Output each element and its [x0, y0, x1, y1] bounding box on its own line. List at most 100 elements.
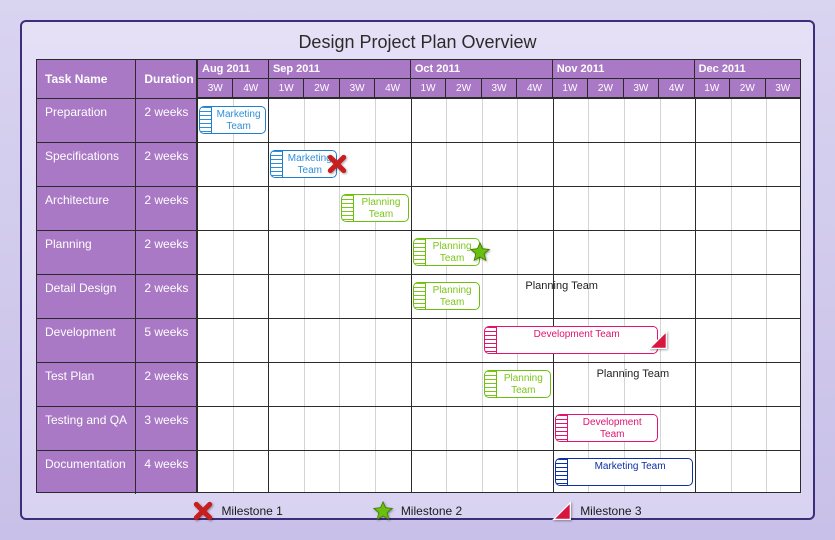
task-duration: 2 weeks — [136, 187, 196, 230]
months-row: Aug 2011Sep 2011Oct 2011Nov 2011Dec 2011 — [197, 60, 800, 79]
bar-hatch — [414, 283, 426, 309]
task-name: Documentation — [37, 451, 136, 494]
task-row: Preparation 2 weeks — [37, 98, 196, 142]
task-row: Test Plan 2 weeks — [37, 362, 196, 406]
month-header: Aug 2011 — [197, 60, 268, 78]
week-header: 3W — [339, 79, 374, 97]
gridline — [766, 98, 767, 492]
bar-annotation: Planning Team — [593, 368, 673, 380]
month-header: Dec 2011 — [694, 60, 800, 78]
bar-label: Development Team — [499, 329, 655, 351]
task-name: Development — [37, 319, 136, 362]
task-row: Development 5 weeks — [37, 318, 196, 362]
gridline — [197, 406, 800, 407]
task-name: Preparation — [37, 99, 136, 142]
week-header: 3W — [623, 79, 658, 97]
week-header: 4W — [516, 79, 551, 97]
week-header: 2W — [303, 79, 338, 97]
gridline — [197, 274, 800, 275]
week-header: 4W — [232, 79, 267, 97]
week-header: 3W — [481, 79, 516, 97]
task-duration: 5 weeks — [136, 319, 196, 362]
task-duration: 4 weeks — [136, 451, 196, 494]
task-name: Planning — [37, 231, 136, 274]
bar-label: Planning Team — [428, 285, 477, 307]
milestone-icon — [470, 242, 490, 262]
task-name: Architecture — [37, 187, 136, 230]
bar-label: Marketing Team — [570, 461, 690, 483]
bar-hatch — [556, 459, 568, 485]
gridline — [268, 98, 269, 492]
legend-label: Milestone 1 — [221, 504, 282, 518]
gridline — [411, 98, 412, 492]
month-header: Nov 2011 — [552, 60, 694, 78]
week-header: 3W — [765, 79, 800, 97]
legend-item: Milestone 1 — [193, 501, 282, 521]
week-header: 4W — [658, 79, 693, 97]
task-name: Testing and QA — [37, 407, 136, 450]
bar-hatch — [342, 195, 354, 221]
gantt-bar[interactable]: Development Team — [555, 414, 658, 442]
col-duration: Duration — [136, 60, 196, 98]
task-row: Testing and QA 3 weeks — [37, 406, 196, 450]
task-duration: 2 weeks — [136, 363, 196, 406]
task-name: Test Plan — [37, 363, 136, 406]
gridline — [197, 98, 800, 99]
gantt-bar[interactable]: Planning Team — [341, 194, 408, 222]
milestone-icon — [648, 330, 668, 350]
task-row: Planning 2 weeks — [37, 230, 196, 274]
gridline — [197, 142, 800, 143]
legend-item: Milestone 3 — [552, 501, 641, 521]
task-duration: 3 weeks — [136, 407, 196, 450]
week-header: 2W — [445, 79, 480, 97]
gridline — [197, 450, 800, 451]
gridline — [517, 98, 518, 492]
week-header: 2W — [587, 79, 622, 97]
bar-hatch — [556, 415, 568, 441]
month-header: Sep 2011 — [268, 60, 410, 78]
legend-label: Milestone 3 — [580, 504, 641, 518]
task-duration: 2 weeks — [136, 143, 196, 186]
task-name: Specifications — [37, 143, 136, 186]
gridline — [660, 98, 661, 492]
task-duration: 2 weeks — [136, 99, 196, 142]
legend: Milestone 1 Milestone 2 Milestone 3 — [36, 493, 799, 521]
gridline — [695, 98, 696, 492]
gantt-bar[interactable]: Marketing Team — [199, 106, 266, 134]
legend-label: Milestone 2 — [401, 504, 462, 518]
week-header: 4W — [374, 79, 409, 97]
gantt-card: Design Project Plan Overview Task Name D… — [20, 20, 815, 520]
week-header: 2W — [729, 79, 764, 97]
gantt-bar[interactable]: Marketing Team — [555, 458, 693, 486]
gridline — [553, 98, 554, 492]
task-name: Detail Design — [37, 275, 136, 318]
gridline — [197, 98, 198, 492]
bar-label: Planning Team — [499, 373, 548, 395]
bar-hatch — [271, 151, 283, 177]
bar-label: Marketing Team — [214, 109, 263, 131]
task-row: Architecture 2 weeks — [37, 186, 196, 230]
task-duration: 2 weeks — [136, 275, 196, 318]
bar-label: Planning Team — [356, 197, 405, 219]
gridline — [375, 98, 376, 492]
bar-label: Development Team — [570, 417, 655, 439]
gantt-bar[interactable]: Development Team — [484, 326, 658, 354]
bar-hatch — [200, 107, 212, 133]
gantt-bar[interactable]: Planning Team — [413, 282, 480, 310]
bar-hatch — [485, 327, 497, 353]
week-header: 1W — [694, 79, 729, 97]
bar-hatch — [414, 239, 426, 265]
week-header: 3W — [197, 79, 232, 97]
bar-hatch — [485, 371, 497, 397]
gantt-bar[interactable]: Planning Team — [484, 370, 551, 398]
gridline — [197, 230, 800, 231]
gridline — [482, 98, 483, 492]
task-row: Detail Design 2 weeks — [37, 274, 196, 318]
gantt-grid: Marketing Team Marketing Team Planning T… — [197, 98, 800, 492]
week-header: 1W — [268, 79, 303, 97]
weeks-row: 3W4W1W2W3W4W1W2W3W4W1W2W3W4W1W2W3W — [197, 79, 800, 98]
gantt-chart: Task Name Duration Aug 2011Sep 2011Oct 2… — [36, 59, 801, 493]
legend-item: Milestone 2 — [373, 501, 462, 521]
task-duration: 2 weeks — [136, 231, 196, 274]
task-list: Preparation 2 weeks Specifications 2 wee… — [37, 98, 197, 492]
